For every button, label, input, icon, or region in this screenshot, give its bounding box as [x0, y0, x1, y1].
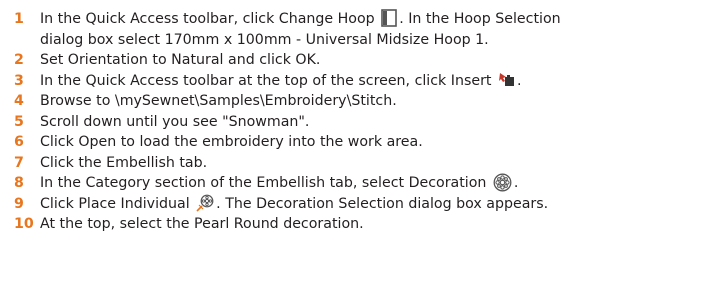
step-text-part: In the Quick Access toolbar, click Chang… [40, 11, 375, 27]
place-individual-icon [196, 194, 214, 212]
step-number: 1 [14, 11, 24, 27]
step-text-part: . [517, 72, 522, 89]
step-text-part: dialog box select 170mm x 100mm - Univer… [40, 31, 489, 48]
step-7: 7 Click the Embellish tab. [0, 153, 713, 174]
step-number: 4 [14, 93, 24, 109]
step-text-part: . In the Hoop Selection [399, 11, 561, 27]
insert-icon [498, 72, 515, 87]
step-number: 7 [14, 154, 24, 171]
step-text-part: . The Decoration Selection dialog box ap… [216, 195, 549, 212]
step-8: 8 In the Category section of the Embelli… [0, 173, 713, 194]
step-text: At the top, select the Pearl Round decor… [40, 216, 364, 232]
step-number: 3 [14, 72, 24, 89]
step-5: 5 Scroll down until you see "Snowman". [0, 112, 713, 133]
step-number: 5 [14, 113, 24, 130]
step-number: 9 [14, 195, 24, 212]
step-text: In the Quick Access toolbar, click Chang… [40, 9, 713, 50]
step-text: Set Orientation to Natural and click OK. [40, 52, 321, 68]
step-text: Click Place Individual . The Decoration … [40, 194, 713, 215]
step-text: Click Open to load the embroidery into t… [40, 134, 423, 150]
step-6: 6 Click Open to load the embroidery into… [0, 132, 713, 153]
step-text-part: In the Category section of the Embellish… [40, 175, 487, 191]
step-number: 6 [14, 134, 24, 150]
step-text-part: Click Place Individual [40, 195, 190, 212]
step-number: 10 [14, 216, 34, 232]
step-text: Scroll down until you see "Snowman". [40, 113, 310, 130]
step-number: 8 [14, 175, 24, 191]
instruction-steps: 1 In the Quick Access toolbar, click Cha… [0, 9, 713, 235]
step-number: 2 [14, 52, 24, 68]
step-text-part: In the Quick Access toolbar at the top o… [40, 72, 492, 89]
step-text: Click the Embellish tab. [40, 154, 208, 171]
step-text: In the Category section of the Embellish… [40, 173, 713, 194]
step-1: 1 In the Quick Access toolbar, click Cha… [0, 9, 713, 50]
step-2: 2 Set Orientation to Natural and click O… [0, 50, 713, 71]
change-hoop-icon [381, 9, 398, 27]
step-text: In the Quick Access toolbar at the top o… [40, 71, 713, 92]
step-10: 10 At the top, select the Pearl Round de… [0, 214, 713, 235]
step-text-part: . [513, 175, 519, 191]
step-4: 4 Browse to \mySewnet\Samples\Embroidery… [0, 91, 713, 112]
step-3: 3 In the Quick Access toolbar at the top… [0, 71, 713, 92]
step-text: Browse to \mySewnet\Samples\Embroidery\S… [40, 93, 397, 109]
step-9: 9 Click Place Individual . The Decoratio… [0, 194, 713, 215]
decoration-icon [493, 173, 512, 192]
